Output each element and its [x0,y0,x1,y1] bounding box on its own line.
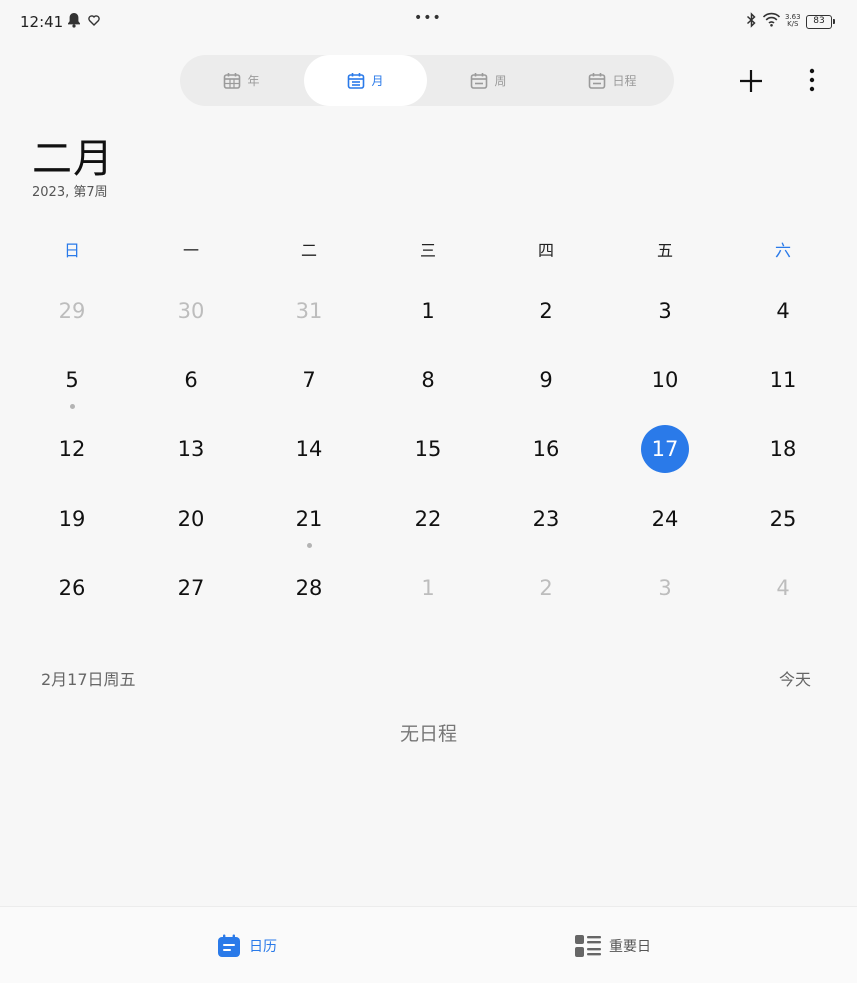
nav-calendar-label: 日历 [249,938,277,955]
tab-agenda[interactable]: 日程 [551,55,674,106]
day-cell[interactable]: 18 [753,429,813,469]
empty-schedule-text: 无日程 [399,723,457,745]
day-cell[interactable]: 27 [161,568,221,608]
day-cell-today[interactable]: 17 [635,429,695,469]
day-cell[interactable]: 2 [516,568,576,608]
more-options-button[interactable] [803,66,821,96]
selected-date-label: 2月17日周五 [41,670,136,689]
nav-calendar[interactable]: 日历 [217,907,277,983]
weekday-sun: 日 [63,241,80,260]
calendar-app-icon [218,934,240,957]
day-cell[interactable]: 2 [516,291,576,331]
nav-important-days-label: 重要日 [609,938,651,955]
day-cell[interactable]: 19 [42,499,102,539]
day-cell[interactable]: 1 [398,568,458,608]
calendar-agenda-icon [589,72,606,89]
day-cell[interactable]: 12 [42,429,102,469]
calendar-grid-icon [224,72,241,89]
tab-week-label: 周 [494,74,507,88]
battery-indicator: 83 [806,15,835,29]
view-switcher: 年 月 周 日程 [180,55,674,106]
day-cell[interactable]: 25 [753,499,813,539]
bluetooth-icon [746,12,756,28]
day-cell[interactable]: 21 [279,499,339,539]
day-cell[interactable]: 1 [398,291,458,331]
day-cell[interactable]: 23 [516,499,576,539]
tab-month[interactable]: 月 [304,55,427,106]
day-cell[interactable]: 30 [161,291,221,331]
day-cell[interactable]: 15 [398,429,458,469]
day-cell[interactable]: 3 [635,291,695,331]
day-cell[interactable]: 7 [279,360,339,400]
tab-agenda-label: 日程 [612,74,637,88]
calendar-week-icon [471,72,488,89]
status-more-dots: ••• [414,10,442,26]
day-cell[interactable]: 10 [635,360,695,400]
event-dot [69,404,75,409]
day-cell[interactable]: 28 [279,568,339,608]
bottom-nav: 日历 重要日 [0,906,857,983]
day-cell[interactable]: 4 [753,291,813,331]
heart-rate-icon [88,15,100,26]
year-week-label: 2023, 第7周 [32,185,108,200]
network-speed: 3.63 K/S [785,13,801,28]
page-title: 二月 [32,136,114,182]
weekday-wed: 三 [419,241,436,260]
weekday-mon: 一 [182,241,199,260]
day-cell[interactable]: 14 [279,429,339,469]
weekday-thu: 四 [537,241,554,260]
tab-week[interactable]: 周 [427,55,550,106]
weekday-tue: 二 [300,241,317,260]
day-cell[interactable]: 4 [753,568,813,608]
day-cell[interactable]: 31 [279,291,339,331]
notification-bell-icon [68,13,80,28]
wifi-icon [762,12,781,27]
tab-month-label: 月 [371,74,384,88]
status-time: 12:41 [20,13,64,31]
tab-year[interactable]: 年 [180,55,303,106]
day-cell[interactable]: 8 [398,360,458,400]
weekday-sat: 六 [774,241,791,260]
go-today-button[interactable]: 今天 [779,666,811,690]
day-cell[interactable]: 22 [398,499,458,539]
day-cell[interactable]: 5 [42,360,102,400]
calendar-month-icon [348,72,365,89]
list-grid-icon [575,934,601,957]
day-cell[interactable]: 16 [516,429,576,469]
event-dot [306,543,312,548]
nav-important-days[interactable]: 重要日 [575,907,651,983]
day-cell[interactable]: 6 [161,360,221,400]
weekday-fri: 五 [656,241,673,260]
day-cell[interactable]: 13 [161,429,221,469]
day-cell[interactable]: 20 [161,499,221,539]
day-cell[interactable]: 24 [635,499,695,539]
day-cell[interactable]: 9 [516,360,576,400]
add-event-button[interactable] [736,66,766,96]
day-cell[interactable]: 26 [42,568,102,608]
day-cell[interactable]: 11 [753,360,813,400]
day-cell[interactable]: 3 [635,568,695,608]
day-cell[interactable]: 29 [42,291,102,331]
tab-year-label: 年 [247,74,260,88]
status-bar: 12:41 ••• 3.63 K/S 83 [0,0,857,44]
